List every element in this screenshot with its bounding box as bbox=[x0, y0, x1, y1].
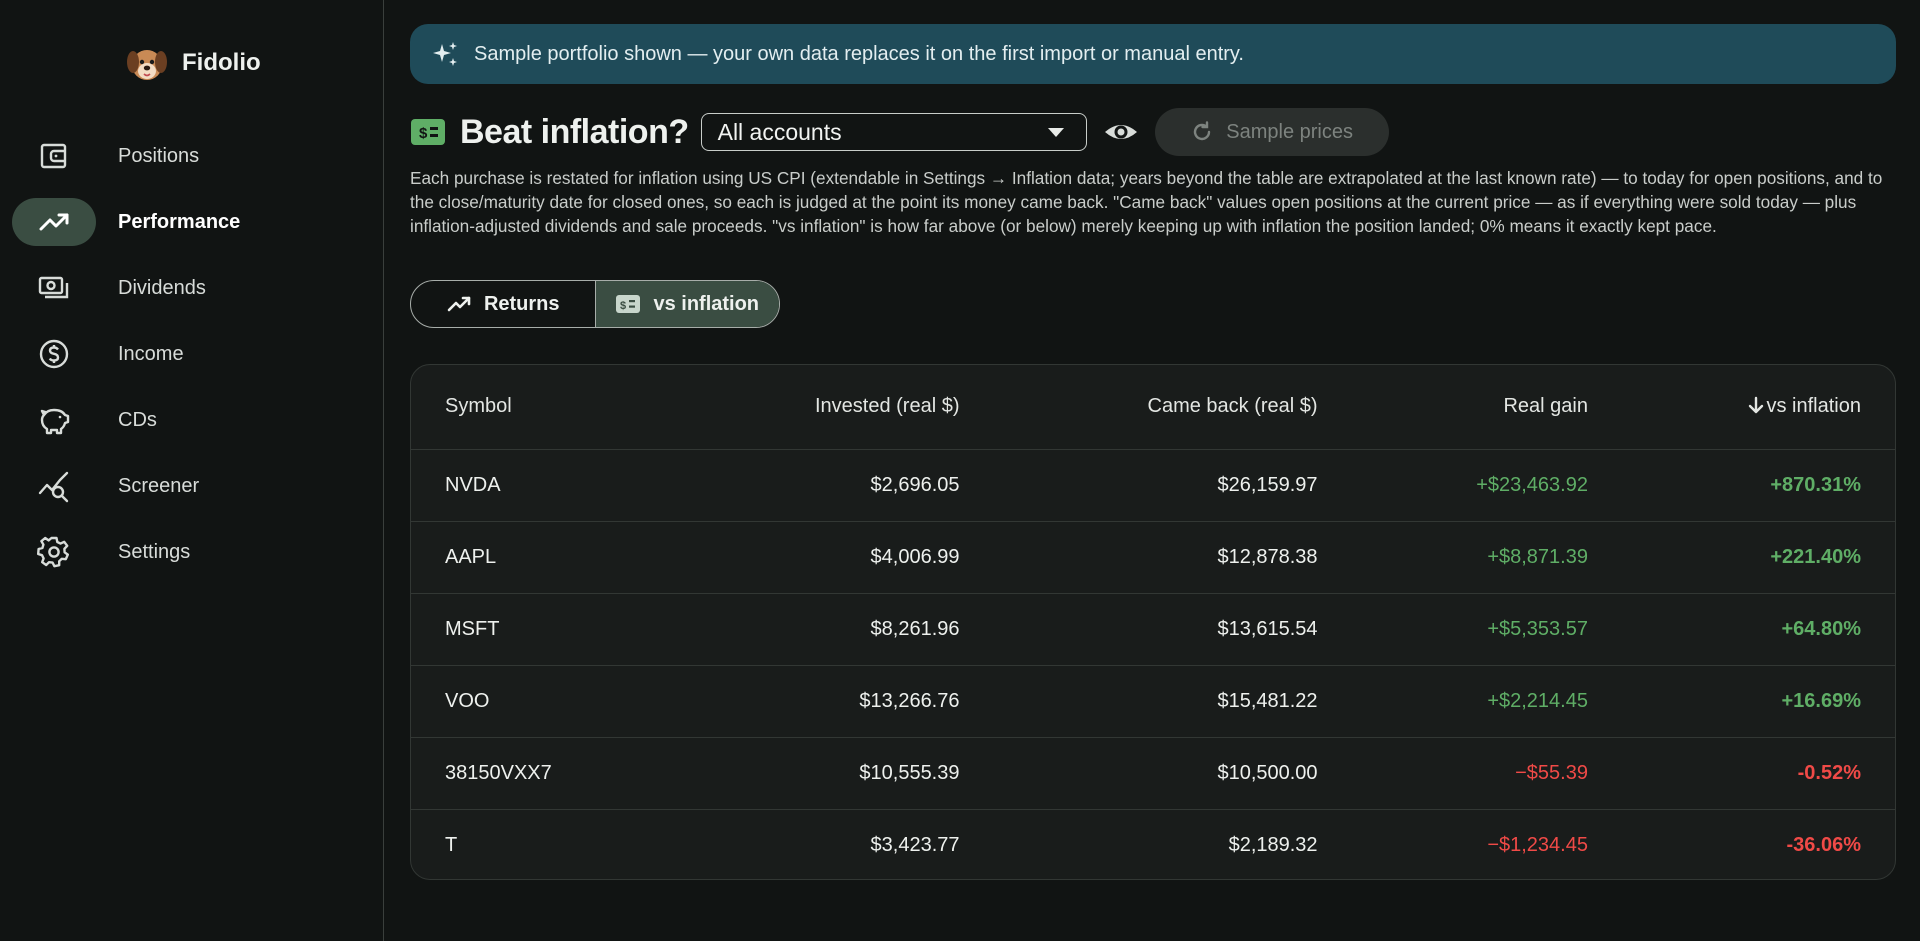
sidebar: Fidolio Positions Performance Dividends … bbox=[0, 0, 384, 941]
refresh-icon bbox=[1194, 121, 1211, 141]
sidebar-item-settings[interactable]: Settings bbox=[12, 528, 372, 576]
page-title: Beat inflation? bbox=[460, 112, 689, 151]
cell-vs-inflation: +16.69% bbox=[1621, 664, 1895, 737]
sidebar-nav: Positions Performance Dividends Income C… bbox=[12, 132, 372, 594]
cell-came-back: $12,878.38 bbox=[993, 520, 1352, 593]
col-header-real-gain[interactable]: Real gain bbox=[1352, 365, 1622, 449]
eye-icon[interactable] bbox=[1103, 114, 1139, 150]
sidebar-item-performance[interactable]: Performance bbox=[12, 198, 372, 246]
cell-came-back: $2,189.32 bbox=[993, 808, 1352, 879]
sidebar-item-label: Performance bbox=[118, 210, 241, 233]
sample-prices-label: Sample prices bbox=[1226, 120, 1353, 143]
cell-invested: $10,555.39 bbox=[673, 736, 994, 809]
table-row[interactable]: MSFT $8,261.96 $13,615.54 +$5,353.57 +64… bbox=[411, 592, 1895, 665]
cell-symbol: MSFT bbox=[411, 592, 674, 665]
cell-vs-inflation: +64.80% bbox=[1621, 592, 1895, 665]
sidebar-item-label: Positions bbox=[118, 144, 200, 167]
sidebar-item-income[interactable]: Income bbox=[12, 330, 372, 378]
cell-real-gain: +$2,214.45 bbox=[1351, 664, 1622, 737]
cell-vs-inflation: +870.31% bbox=[1621, 448, 1895, 521]
sidebar-item-positions[interactable]: Positions bbox=[12, 132, 372, 180]
sample-prices-button[interactable]: Sample prices bbox=[1154, 108, 1389, 156]
cell-invested: $13,266.76 bbox=[673, 664, 994, 737]
col-header-invested[interactable]: Invested (real $) bbox=[674, 365, 994, 449]
performance-table: Symbol Invested (real $) Came back (real… bbox=[411, 365, 1895, 879]
sidebar-item-dividends[interactable]: Dividends bbox=[12, 264, 372, 312]
sample-banner: Sample portfolio shown — your own data r… bbox=[410, 24, 1896, 84]
cell-came-back: $10,500.00 bbox=[993, 736, 1352, 809]
cash-stack-icon bbox=[38, 276, 69, 299]
cell-symbol: T bbox=[411, 808, 674, 879]
sidebar-item-cds[interactable]: CDs bbox=[12, 396, 372, 444]
cell-vs-inflation: -36.06% bbox=[1621, 808, 1895, 879]
cell-came-back: $13,615.54 bbox=[993, 592, 1352, 665]
svg-text:$: $ bbox=[620, 300, 626, 312]
dog-logo-icon bbox=[127, 50, 167, 80]
gear-icon bbox=[37, 536, 69, 568]
view-toggle: Returns $ vs inflation bbox=[410, 280, 780, 328]
sidebar-item-label: Screener bbox=[118, 474, 200, 497]
cell-invested: $3,423.77 bbox=[673, 808, 994, 879]
banner-text: Sample portfolio shown — your own data r… bbox=[474, 42, 1244, 65]
col-header-vs-inflation-label: vs inflation bbox=[1766, 395, 1862, 418]
sparkle-icon bbox=[433, 42, 457, 66]
account-select-value: All accounts bbox=[717, 118, 842, 145]
cell-real-gain: −$55.39 bbox=[1351, 736, 1622, 809]
table-row[interactable]: T $3,423.77 $2,189.32 −$1,234.45 -36.06% bbox=[411, 808, 1895, 879]
chart-search-icon bbox=[38, 471, 69, 503]
vs-inflation-label: vs inflation bbox=[653, 292, 760, 315]
app-name: Fidolio bbox=[182, 49, 261, 76]
description-text: Each purchase is restated for inflation … bbox=[410, 168, 1883, 236]
cell-vs-inflation: -0.52% bbox=[1621, 736, 1895, 809]
sidebar-item-label: Settings bbox=[118, 540, 191, 563]
col-header-came-back[interactable]: Came back (real $) bbox=[994, 365, 1352, 449]
cell-real-gain: +$5,353.57 bbox=[1351, 592, 1622, 665]
piggy-bank-icon bbox=[40, 408, 70, 435]
cell-invested: $2,696.05 bbox=[673, 448, 994, 521]
chevron-down-icon bbox=[1047, 127, 1064, 137]
table-row[interactable]: AAPL $4,006.99 $12,878.38 +$8,871.39 +22… bbox=[411, 520, 1895, 593]
cell-came-back: $26,159.97 bbox=[993, 448, 1352, 521]
returns-label: Returns bbox=[483, 292, 560, 315]
brand[interactable]: Fidolio bbox=[124, 40, 261, 86]
title-row: $ Beat inflation? All accounts Sample pr… bbox=[410, 108, 1389, 156]
cell-symbol: VOO bbox=[411, 664, 674, 737]
cell-came-back: $15,481.22 bbox=[993, 664, 1352, 737]
arrow-down-icon bbox=[1748, 397, 1763, 414]
returns-toggle-button[interactable]: Returns bbox=[411, 281, 595, 327]
money-icon: $ bbox=[411, 119, 445, 145]
dollar-circle-icon bbox=[39, 339, 69, 369]
cell-symbol: AAPL bbox=[411, 520, 674, 593]
account-select[interactable]: All accounts bbox=[700, 113, 1087, 151]
cell-vs-inflation: +221.40% bbox=[1621, 520, 1895, 593]
sidebar-item-screener[interactable]: Screener bbox=[12, 462, 372, 510]
cell-symbol: NVDA bbox=[411, 448, 674, 521]
cell-real-gain: +$8,871.39 bbox=[1351, 520, 1622, 593]
table-row[interactable]: VOO $13,266.76 $15,481.22 +$2,214.45 +16… bbox=[411, 664, 1895, 737]
cell-real-gain: −$1,234.45 bbox=[1351, 808, 1622, 879]
cell-invested: $4,006.99 bbox=[673, 520, 994, 593]
cell-invested: $8,261.96 bbox=[673, 592, 994, 665]
vs-inflation-toggle-button[interactable]: $ vs inflation bbox=[594, 281, 779, 327]
trending-up-icon bbox=[39, 213, 69, 231]
sidebar-item-label: Income bbox=[118, 342, 184, 365]
sidebar-item-label: CDs bbox=[118, 408, 157, 431]
col-header-vs-inflation[interactable]: vs inflation bbox=[1622, 365, 1895, 449]
trending-up-icon bbox=[447, 296, 471, 312]
table-row[interactable]: NVDA $2,696.05 $26,159.97 +$23,463.92 +8… bbox=[411, 448, 1895, 521]
svg-text:$: $ bbox=[419, 125, 428, 142]
main-content: Sample portfolio shown — your own data r… bbox=[384, 0, 1920, 941]
performance-table-card: Symbol Invested (real $) Came back (real… bbox=[410, 364, 1896, 880]
col-header-symbol[interactable]: Symbol bbox=[411, 365, 674, 449]
wallet-icon bbox=[40, 143, 67, 169]
cell-real-gain: +$23,463.92 bbox=[1351, 448, 1622, 521]
app-root: Fidolio Positions Performance Dividends … bbox=[0, 0, 1920, 941]
table-row[interactable]: 38150VXX7 $10,555.39 $10,500.00 −$55.39 … bbox=[411, 736, 1895, 809]
cell-symbol: 38150VXX7 bbox=[411, 736, 674, 809]
sidebar-item-label: Dividends bbox=[118, 276, 206, 299]
money-icon: $ bbox=[616, 295, 641, 313]
table-header-row: Symbol Invested (real $) Came back (real… bbox=[411, 365, 1895, 449]
